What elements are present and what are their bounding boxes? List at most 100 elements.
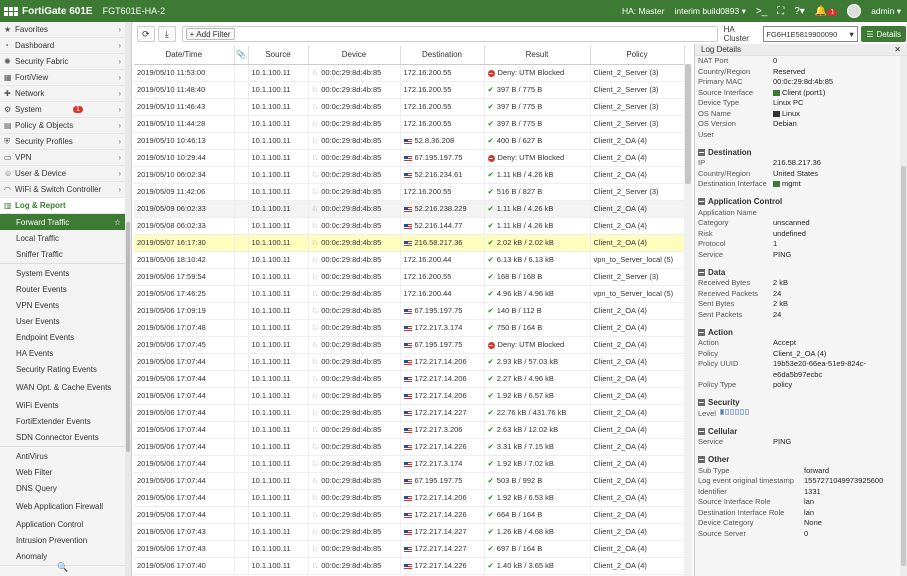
detail-key: Protocol <box>698 239 726 248</box>
sidebar-item-fortiview[interactable]: ▦ FortiView › <box>0 70 131 86</box>
cell-attachment <box>234 540 249 557</box>
ha-cluster-select[interactable]: FG6H1E5819900090 ▼ <box>763 26 859 42</box>
sidebar-subitem-system-events[interactable]: System Events <box>0 265 131 281</box>
sidebar-item-vpn[interactable]: ▭ VPN › <box>0 150 131 166</box>
table-row[interactable]: 2019/05/06 17:07:44 10.1.100.11 ♘ 00:0c:29:… <box>134 421 685 438</box>
sidebar-item-user-device[interactable]: ☺ User & Device › <box>0 166 131 182</box>
table-row[interactable]: 2019/05/06 17:09:19 10.1.100.11 ♘ 00:0c:29:… <box>134 302 685 319</box>
sidebar-subitem-local-traffic[interactable]: Local Traffic <box>0 230 131 246</box>
destination-section-header[interactable]: Destination <box>695 146 907 158</box>
table-row[interactable]: 2019/05/06 17:07:44 10.1.100.11 ♘ 00:0c:29:… <box>134 472 685 489</box>
sidebar-item-wifi-switch-controller[interactable]: ◠ WiFi & Switch Controller › <box>0 182 131 198</box>
table-row[interactable]: 2019/05/10 06:02:34 10.1.100.11 ♘ 00:0c:29:… <box>134 166 685 183</box>
table-row[interactable]: 2019/05/06 18:10:42 10.1.100.11 ♘ 00:0c:29:… <box>134 251 685 268</box>
fullscreen-icon[interactable]: ⛶ <box>777 6 784 17</box>
sidebar-item-security-profiles[interactable]: ⛨ Security Profiles › <box>0 134 131 150</box>
col-result[interactable]: Result <box>484 46 591 65</box>
sidebar-item-system[interactable]: ⚙ System 1 › <box>0 102 131 118</box>
table-row[interactable]: 2019/05/10 10:46:13 10.1.100.11 ♘ 00:0c:29:… <box>134 132 685 149</box>
cellular-section-header[interactable]: Cellular <box>695 425 907 437</box>
avatar[interactable] <box>847 4 862 18</box>
sidebar-subitem-vpn-events[interactable]: VPN Events <box>0 297 131 313</box>
table-row[interactable]: 2019/05/06 17:07:48 10.1.100.11 ♘ 00:0c:29:… <box>134 319 685 336</box>
sidebar-subitem-wifi-events[interactable]: WiFi Events <box>0 397 131 413</box>
sidebar-subitem-ha-events[interactable]: HA Events <box>0 345 131 361</box>
sidebar-subitem-sniffer-traffic[interactable]: Sniffer Traffic <box>0 246 131 262</box>
sidebar-item-network[interactable]: ✚ Network › <box>0 86 131 102</box>
table-row[interactable]: 2019/05/06 17:07:40 10.1.100.11 ♘ 00:0c:29:… <box>134 557 685 574</box>
table-row[interactable]: 2019/05/06 17:59:54 10.1.100.11 ♘ 00:0c:29:… <box>134 268 685 285</box>
col-policy[interactable]: Policy <box>590 46 685 65</box>
sidebar-item-favorites[interactable]: ★ Favorites › <box>0 22 131 38</box>
table-row[interactable]: 2019/05/06 17:07:43 10.1.100.11 ♘ 00:0c:29:… <box>134 540 685 557</box>
table-scrollbar[interactable] <box>684 64 692 576</box>
filter-input[interactable]: + Add Filter <box>181 26 718 42</box>
table-row[interactable]: 2019/05/09 06:02:33 10.1.100.11 ♘ 00:0c:29:… <box>134 200 685 217</box>
table-row[interactable]: 2019/05/06 17:46:25 10.1.100.11 ♘ 00:0c:29:… <box>134 285 685 302</box>
sidebar-subitem-sdn-connector-events[interactable]: SDN Connector Events <box>0 429 131 445</box>
sidebar-subitem-router-events[interactable]: Router Events <box>0 281 131 297</box>
col-attachment-icon[interactable]: 📎 <box>234 46 249 65</box>
data-section-header[interactable]: Data <box>695 266 907 278</box>
sidebar-search-icon[interactable]: 🔍 <box>0 562 126 576</box>
table-row[interactable]: 2019/05/10 10:29:44 10.1.100.11 ♘ 00:0c:29:… <box>134 149 685 166</box>
build-menu[interactable]: interim build0893 ▾ <box>674 6 745 17</box>
table-row[interactable]: 2019/05/06 17:07:43 10.1.100.11 ♘ 00:0c:29:… <box>134 523 685 540</box>
sidebar-item-security-fabric[interactable]: ✺ Security Fabric › <box>0 54 131 70</box>
cli-console-icon[interactable]: >_ <box>756 6 767 17</box>
table-row[interactable]: 2019/05/10 11:46:43 10.1.100.11 ♘ 00:0c:29:… <box>134 98 685 115</box>
sidebar-item-log-report[interactable]: ▥ Log & Report <box>0 198 131 214</box>
action-section-header[interactable]: Action <box>695 326 907 338</box>
table-row[interactable]: 2019/05/10 11:53:00 10.1.100.11 ♘ 00:0c:29:… <box>134 64 685 81</box>
sidebar-subitem-security-rating-events[interactable]: Security Rating Events <box>0 361 131 377</box>
table-row[interactable]: 2019/05/06 17:07:44 10.1.100.11 ♘ 00:0c:29:… <box>134 455 685 472</box>
sidebar-subitem-user-events[interactable]: User Events <box>0 313 131 329</box>
col-device[interactable]: Device <box>308 46 401 65</box>
sidebar-subitem-intrusion-prevention[interactable]: Intrusion Prevention <box>0 532 131 548</box>
sidebar-subitem-dns-query[interactable]: DNS Query <box>0 480 131 496</box>
detail-row: Policy Client_2_OA (4) <box>695 349 907 360</box>
other-section-header[interactable]: Other <box>695 454 907 466</box>
col-datetime[interactable]: Date/Time <box>134 46 235 65</box>
sidebar-subitem-forward-traffic[interactable]: Forward Traffic ☆ <box>0 214 131 230</box>
table-row[interactable]: 2019/05/06 17:07:44 10.1.100.11 ♘ 00:0c:29:… <box>134 438 685 455</box>
star-outline-icon[interactable]: ☆ <box>114 218 121 227</box>
table-row[interactable]: 2019/05/10 11:48:40 10.1.100.11 ♘ 00:0c:29:… <box>134 81 685 98</box>
sidebar-subitem-application-control[interactable]: Application Control <box>0 516 131 532</box>
sidebar-subitem-antivirus[interactable]: AntiVirus <box>0 448 131 464</box>
details-button[interactable]: ☰ Details <box>861 26 906 42</box>
table-row[interactable]: 2019/05/08 06:02:33 10.1.100.11 ♘ 00:0c:29:… <box>134 217 685 234</box>
check-icon: ✔ <box>487 102 494 111</box>
table-row[interactable]: 2019/05/06 17:07:44 10.1.100.11 ♘ 00:0c:29:… <box>134 506 685 523</box>
table-row[interactable]: 2019/05/06 17:07:45 10.1.100.11 ♘ 00:0c:29:… <box>134 336 685 353</box>
help-icon[interactable]: ?▾ <box>794 6 805 17</box>
sidebar-subitem-fortiextender-events[interactable]: FortiExtender Events <box>0 413 131 429</box>
table-row[interactable]: 2019/05/06 17:07:44 10.1.100.11 ♘ 00:0c:29:… <box>134 387 685 404</box>
sidebar-subitem-web-filter[interactable]: Web Filter <box>0 464 131 480</box>
application-control-section-header[interactable]: Application Control <box>695 196 907 208</box>
sidebar-subitem-endpoint-events[interactable]: Endpoint Events <box>0 329 131 345</box>
sidebar-scrollbar[interactable] <box>125 22 131 576</box>
add-filter-button[interactable]: + Add Filter <box>185 28 235 40</box>
table-row[interactable]: 2019/05/07 16:17:30 10.1.100.11 ♘ 00:0c:29:… <box>134 234 685 251</box>
close-icon[interactable]: ✕ <box>894 45 901 54</box>
download-button[interactable]: ⤓ <box>157 26 176 42</box>
sidebar-subitem-web-application-firewall[interactable]: Web Application Firewall <box>0 496 131 516</box>
detail-row: User <box>695 130 907 141</box>
table-row[interactable]: 2019/05/10 11:44:28 10.1.100.11 ♘ 00:0c:29:… <box>134 115 685 132</box>
col-source[interactable]: Source <box>248 46 309 65</box>
table-row[interactable]: 2019/05/06 17:07:44 10.1.100.11 ♘ 00:0c:29:… <box>134 353 685 370</box>
sidebar-item-policy-objects[interactable]: ▤ Policy & Objects › <box>0 118 131 134</box>
user-menu[interactable]: admin ▾ <box>871 6 901 17</box>
notification-bell-icon[interactable]: 🔔 1 <box>815 6 838 17</box>
sidebar-subitem-wan-opt-cache-events[interactable]: WAN Opt. & Cache Events <box>0 377 131 397</box>
table-row[interactable]: 2019/05/09 11:42:06 10.1.100.11 ♘ 00:0c:29:… <box>134 183 685 200</box>
table-row[interactable]: 2019/05/06 17:07:44 10.1.100.11 ♘ 00:0c:29:… <box>134 404 685 421</box>
table-row[interactable]: 2019/05/06 17:07:44 10.1.100.11 ♘ 00:0c:29:… <box>134 370 685 387</box>
col-destination[interactable]: Destination <box>400 46 485 65</box>
details-scrollbar[interactable] <box>900 56 907 576</box>
sidebar-item-dashboard[interactable]: ◔ Dashboard › <box>0 38 131 54</box>
security-section-header[interactable]: Security <box>695 397 907 409</box>
table-row[interactable]: 2019/05/06 17:07:44 10.1.100.11 ♘ 00:0c:29:… <box>134 489 685 506</box>
refresh-button[interactable]: ⟳ <box>137 26 155 42</box>
